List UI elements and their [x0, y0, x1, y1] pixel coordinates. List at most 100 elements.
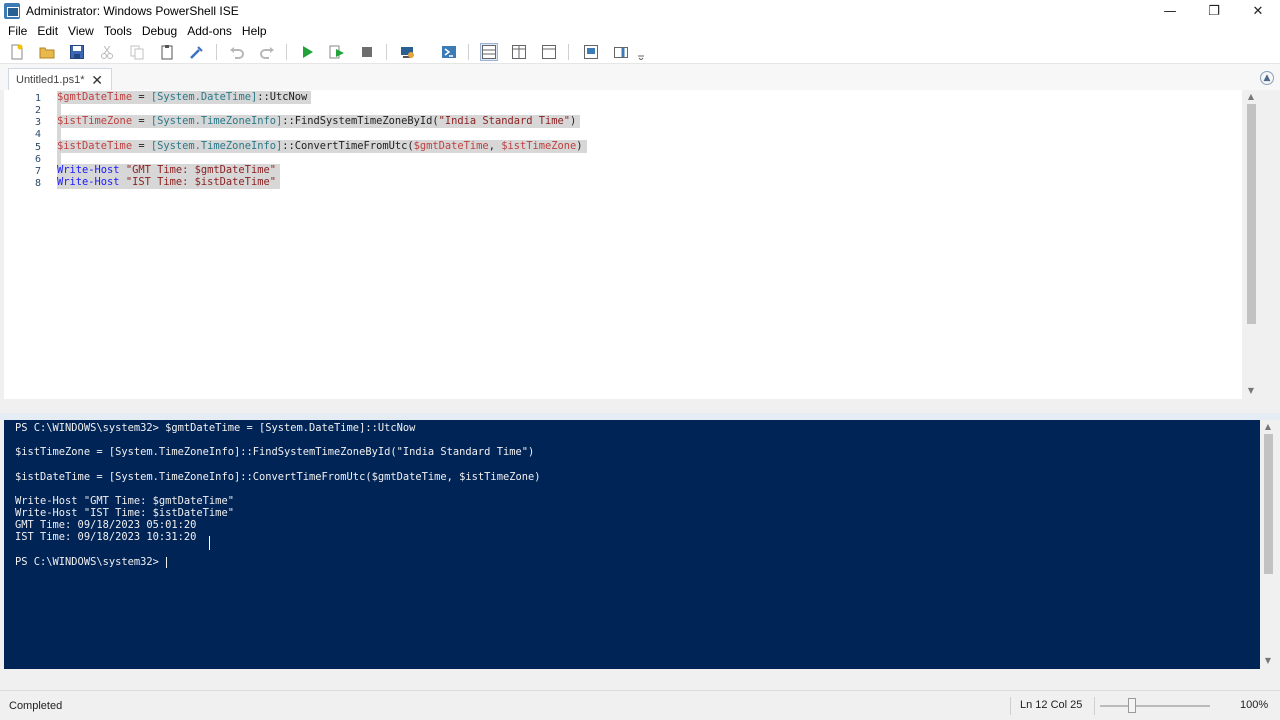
script-tab-bar: Untitled1.ps1* ✕ ▲: [0, 64, 1280, 90]
line-number: 2: [34, 105, 41, 116]
toolbar-divider: [386, 44, 387, 60]
close-window-button[interactable]: ✕: [1236, 0, 1280, 22]
line-number-gutter: 1 2 3 4 5 6 7 8: [4, 90, 44, 399]
minimize-button[interactable]: —: [1148, 0, 1192, 22]
code-token: $istTimeZone: [57, 115, 133, 127]
run-selection-icon[interactable]: [328, 43, 346, 61]
zoom-level: 100%: [1240, 699, 1269, 711]
open-folder-icon[interactable]: [38, 43, 56, 61]
code-token: Write-Host: [57, 176, 120, 188]
toolbar: [0, 40, 1280, 64]
console-vertical-scrollbar[interactable]: ▲ ▼: [1260, 420, 1276, 669]
editor-horizontal-scrollbar[interactable]: [4, 399, 1261, 413]
toolbar-divider: [286, 44, 287, 60]
menu-addons[interactable]: Add-ons: [187, 24, 232, 38]
title-bar: Administrator: Windows PowerShell ISE — …: [0, 0, 1280, 22]
console-pane[interactable]: PS C:\WINDOWS\system32> $gmtDateTime = […: [4, 420, 1260, 669]
save-icon[interactable]: [68, 43, 86, 61]
copy-icon[interactable]: [128, 43, 146, 61]
zoom-slider-thumb[interactable]: [1128, 698, 1136, 713]
clear-console-icon[interactable]: [188, 43, 206, 61]
code-token: $gmtDateTime: [413, 140, 489, 152]
window-title: Administrator: Windows PowerShell ISE: [26, 4, 239, 18]
console-line: PS C:\WINDOWS\system32> $gmtDateTime = […: [15, 422, 416, 434]
code-token: ): [576, 140, 583, 152]
code-token: "GMT Time: $gmtDateTime": [125, 164, 276, 176]
code-token: "India Standard Time": [438, 115, 571, 127]
collapse-script-pane-icon[interactable]: ▲: [1260, 71, 1274, 85]
code-token: [System.TimeZoneInfo]: [150, 115, 283, 127]
show-command-addon-icon[interactable]: [612, 43, 630, 61]
code-token: ): [570, 115, 577, 127]
console-scroll-thumb[interactable]: [1264, 434, 1273, 574]
console-output-line: IST Time: 09/18/2023 10:31:20: [15, 531, 197, 543]
pane-splitter[interactable]: [0, 413, 1280, 420]
code-token: $istTimeZone: [501, 140, 577, 152]
start-powershell-icon[interactable]: [440, 43, 458, 61]
restore-button[interactable]: ❐: [1192, 0, 1236, 22]
tab-label: Untitled1.ps1*: [16, 73, 85, 86]
menu-view[interactable]: View: [68, 24, 94, 38]
remote-powershell-icon[interactable]: [398, 43, 416, 61]
code-token: ::ConvertTimeFromUtc(: [282, 140, 414, 152]
undo-icon[interactable]: [228, 43, 246, 61]
line-number: 4: [34, 129, 41, 140]
console-horizontal-scrollbar[interactable]: [4, 669, 1276, 685]
code-token: =: [132, 140, 151, 152]
zoom-slider-track[interactable]: [1100, 705, 1210, 707]
close-tab-icon[interactable]: ✕: [91, 72, 103, 89]
code-line-4: [57, 127, 61, 140]
status-message: Completed: [9, 700, 63, 712]
scroll-down-icon[interactable]: ▼: [1245, 386, 1257, 396]
console-prompt: PS C:\WINDOWS\system32>: [15, 556, 166, 568]
show-command-window-icon[interactable]: [582, 43, 600, 61]
code-line-8: Write-Host "IST Time: $istDateTime": [57, 176, 280, 189]
redo-icon[interactable]: [258, 43, 276, 61]
scroll-down-icon[interactable]: ▼: [1262, 656, 1274, 666]
code-token: $istDateTime: [57, 140, 133, 152]
tab-untitled1[interactable]: Untitled1.ps1* ✕: [8, 68, 112, 90]
menu-tools[interactable]: Tools: [104, 24, 132, 38]
show-script-right-icon[interactable]: [510, 43, 528, 61]
code-token: Write-Host: [57, 164, 120, 176]
new-file-icon[interactable]: [8, 43, 26, 61]
scroll-up-icon[interactable]: ▲: [1262, 422, 1274, 432]
mouse-ibeam-cursor: [209, 536, 211, 550]
text-cursor: [166, 556, 168, 568]
status-divider: [1010, 697, 1011, 715]
console-prompt-line[interactable]: PS C:\WINDOWS\system32>: [15, 556, 168, 568]
run-script-icon[interactable]: [298, 43, 316, 61]
scroll-up-icon[interactable]: ▲: [1245, 92, 1257, 102]
script-editor[interactable]: 1 2 3 4 5 6 7 8 $gmtDateTime = [System.D…: [4, 90, 1261, 399]
menu-edit[interactable]: Edit: [37, 24, 58, 38]
console-output-line: GMT Time: 09/18/2023 05:01:20: [15, 519, 197, 531]
editor-scroll-thumb[interactable]: [1247, 104, 1256, 324]
toolbar-divider: [216, 44, 217, 60]
code-line-1: $gmtDateTime = [System.DateTime]::UtcNow: [57, 91, 312, 104]
code-token: [System.DateTime]: [150, 91, 258, 103]
editor-vertical-scrollbar[interactable]: ▲ ▼: [1242, 90, 1261, 399]
show-script-top-icon[interactable]: [480, 43, 498, 61]
code-line-5: $istDateTime = [System.TimeZoneInfo]::Co…: [57, 140, 587, 153]
menu-help[interactable]: Help: [242, 24, 267, 38]
cursor-position: Ln 12 Col 25: [1020, 699, 1083, 711]
code-token: $gmtDateTime: [57, 91, 133, 103]
code-token: ,: [488, 140, 502, 152]
code-token: [System.TimeZoneInfo]: [150, 140, 283, 152]
powershell-ise-icon: [4, 3, 20, 19]
toolbar-divider: [468, 44, 469, 60]
line-number: 3: [34, 117, 41, 128]
toolbar-overflow-icon[interactable]: [636, 43, 646, 61]
cut-icon[interactable]: [98, 43, 116, 61]
console-line: $istTimeZone = [System.TimeZoneInfo]::Fi…: [15, 446, 535, 458]
code-line-3: $istTimeZone = [System.TimeZoneInfo]::Fi…: [57, 115, 581, 128]
stop-icon[interactable]: [358, 43, 376, 61]
menu-debug[interactable]: Debug: [142, 24, 177, 38]
code-token: =: [132, 115, 151, 127]
paste-icon[interactable]: [158, 43, 176, 61]
console-line: Write-Host "IST Time: $istDateTime": [15, 507, 234, 519]
console-line: $istDateTime = [System.TimeZoneInfo]::Co…: [15, 471, 541, 483]
toolbar-divider: [568, 44, 569, 60]
menu-file[interactable]: File: [8, 24, 27, 38]
show-script-max-icon[interactable]: [540, 43, 558, 61]
